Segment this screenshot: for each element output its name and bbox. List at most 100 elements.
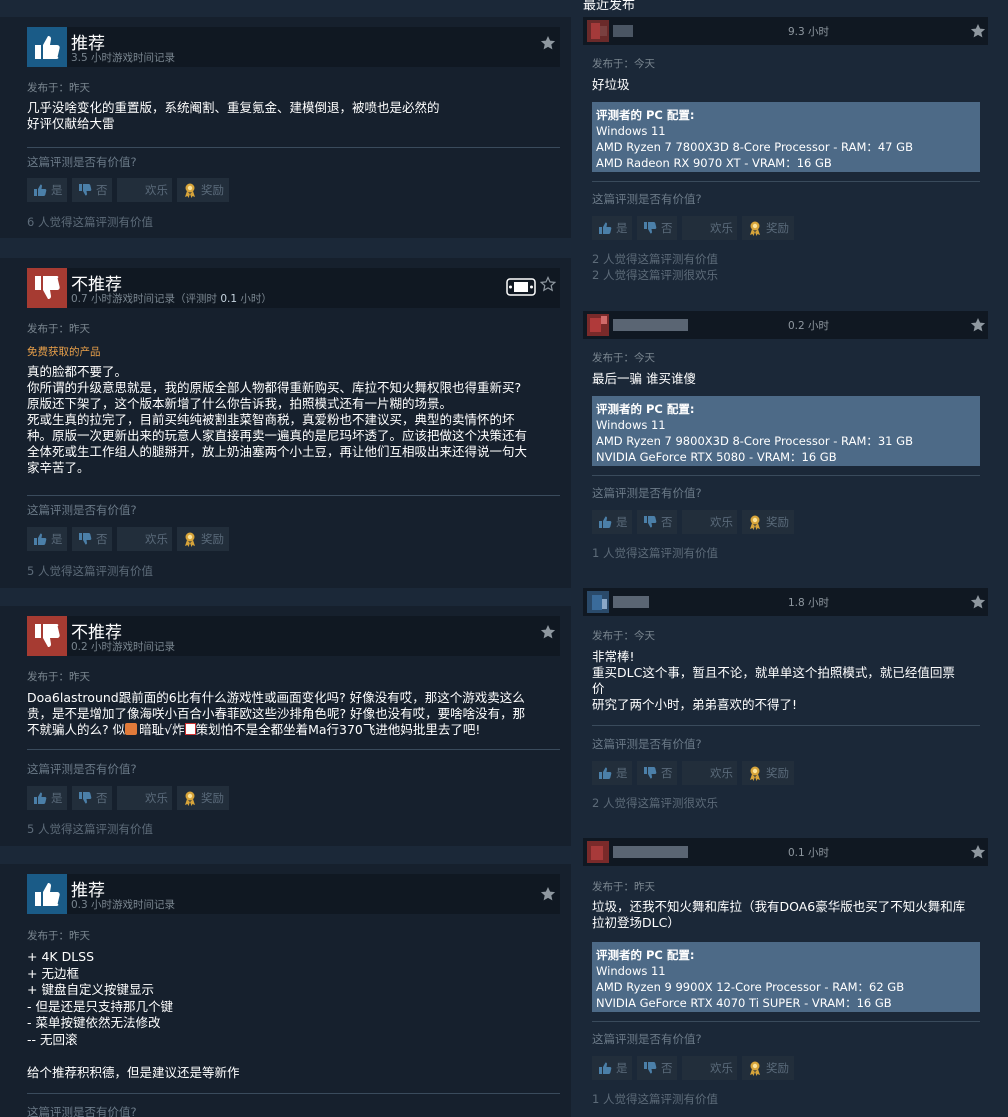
helpful-count: 1 人觉得这篇评测有价值 [592,1092,718,1106]
username-blurred[interactable] [613,25,633,37]
vote-yes-button[interactable]: 是 [27,527,67,551]
helpful-count: 6 人觉得这篇评测有价值 [27,215,153,229]
pc-specs-box: 评测者的 PC 配置: Windows 11 AMD Ryzen 9 9900X… [592,942,980,1012]
vote-yes-button[interactable]: 是 [592,510,632,534]
username-blurred[interactable] [613,596,649,608]
review-header[interactable]: 不推荐 0.2 小时游戏时间记录 [27,616,560,656]
award-button[interactable]: 奖励 [177,178,229,202]
review-hours: 0.2 小时游戏时间记录 [71,641,176,653]
thumbs-down-icon [642,1060,658,1076]
posted-date: 发布于：昨天 [27,671,90,683]
avatar[interactable] [587,314,609,336]
star-icon[interactable] [970,23,986,39]
divider [592,1021,980,1022]
star-icon[interactable] [970,844,986,860]
recent-title: 最近发布 [583,0,636,13]
recent-review-card: 0.1 小时 发布于：昨天 垃圾，还我不知火舞和库拉（我有DOA6豪华版也买了不… [583,838,1008,1117]
vote-no-button[interactable]: 否 [637,1056,677,1080]
award-button[interactable]: 奖励 [742,216,794,240]
vote-yes-button[interactable]: 是 [592,761,632,785]
award-icon [747,514,763,530]
vote-funny-button[interactable]: 欢乐 [117,178,172,202]
steam-deck-icon [506,278,536,296]
vote-yes-button[interactable]: 是 [27,178,67,202]
vote-funny-button[interactable]: 欢乐 [117,527,172,551]
star-icon[interactable] [540,624,556,640]
pc-specs-box: 评测者的 PC 配置: Windows 11 AMD Ryzen 7 9800X… [592,396,980,466]
vote-no-button[interactable]: 否 [637,216,677,240]
divider [27,495,560,496]
review-header[interactable]: 0.2 小时 [583,311,988,339]
review-body: 最后一骗 谁买谁傻 [592,371,696,386]
vote-funny-button[interactable]: 欢乐 [682,216,737,240]
award-icon [182,182,198,198]
star-icon[interactable] [540,35,556,51]
posted-date: 发布于：昨天 [27,930,90,942]
thumbs-up-icon [32,531,48,547]
award-button[interactable]: 奖励 [742,510,794,534]
award-button[interactable]: 奖励 [742,1056,794,1080]
star-icon[interactable] [540,276,556,292]
left-review-column: 推荐 3.5 小时游戏时间记录 发布于：昨天 几乎没啥变化的重置版，系统阉割、重… [0,0,571,1117]
helpful-question: 这篇评测是否有价值? [27,503,137,517]
award-button[interactable]: 奖励 [742,761,794,785]
star-icon[interactable] [540,886,556,902]
pc-spec-cpu: AMD Ryzen 7 9800X3D 8-Core Processor - R… [596,434,913,448]
review-header[interactable]: 不推荐 0.7 小时游戏时间记录（评测时 0.1 小时） [27,268,560,308]
vote-funny-button[interactable]: 欢乐 [682,1056,737,1080]
review-body: + 4K DLSS + 无边框 + 键盘自定义按键显示 - 但是还是只支持那几个… [27,949,240,1080]
thumbs-down-icon [642,765,658,781]
award-icon [747,220,763,236]
pc-spec-gpu: AMD Radeon RX 9070 XT - VRAM：16 GB [596,156,832,170]
review-body: 垃圾，还我不知火舞和库拉（我有DOA6豪华版也买了不知火舞和库 拉初登场DLC） [592,899,966,930]
vote-no-button[interactable]: 否 [637,510,677,534]
thumbs-up-icon [597,514,613,530]
recent-reviews-column: 最近发布 9.3 小时 发布于：今天 好垃圾 评测者的 PC 配置: Windo… [583,0,1008,1117]
thumbs-down-icon [77,790,93,806]
funny-count: 2 人觉得这篇评测很欢乐 [592,268,718,282]
pc-spec-os: Windows 11 [596,964,666,978]
helpful-question: 这篇评测是否有价值? [592,486,702,500]
vote-no-button[interactable]: 否 [72,178,112,202]
helpful-question: 这篇评测是否有价值? [592,737,702,751]
pc-spec-gpu: NVIDIA GeForce RTX 4070 Ti SUPER - VRAM：… [596,996,892,1010]
avatar[interactable] [587,20,609,42]
vote-no-button[interactable]: 否 [637,761,677,785]
review-card: 推荐 3.5 小时游戏时间记录 发布于：昨天 几乎没啥变化的重置版，系统阉割、重… [0,17,571,238]
review-header[interactable]: 推荐 3.5 小时游戏时间记录 [27,27,560,67]
review-card: 不推荐 0.7 小时游戏时间记录（评测时 0.1 小时） 发布于：昨天 免费获取… [0,258,571,588]
vote-funny-button[interactable]: 欢乐 [682,510,737,534]
divider [592,475,980,476]
pc-spec-os: Windows 11 [596,418,666,432]
review-body: 真的脸都不要了。 你所谓的升级意思就是，我的原版全部人物都得重新购买、库拉不知火… [27,364,528,475]
vote-yes-button[interactable]: 是 [27,786,67,810]
thumbs-up-icon [27,874,67,914]
review-header[interactable]: 0.1 小时 [583,838,988,866]
divider [27,1093,560,1094]
review-header[interactable]: 推荐 0.3 小时游戏时间记录 [27,874,560,914]
review-header[interactable]: 1.8 小时 [583,588,988,616]
vote-funny-button[interactable]: 欢乐 [117,786,172,810]
vote-yes-button[interactable]: 是 [592,1056,632,1080]
avatar[interactable] [587,591,609,613]
helpful-question: 这篇评测是否有价值? [27,1105,137,1117]
username-blurred[interactable] [613,319,688,331]
vote-yes-button[interactable]: 是 [592,216,632,240]
username-blurred[interactable] [613,846,688,858]
avatar[interactable] [587,841,609,863]
vote-no-button[interactable]: 否 [72,786,112,810]
emoji-icon [184,723,196,735]
review-hours: 1.8 小时 [788,597,830,609]
award-button[interactable]: 奖励 [177,786,229,810]
review-header[interactable]: 9.3 小时 [583,17,988,45]
thumbs-down-icon [27,616,67,656]
star-icon[interactable] [970,594,986,610]
star-icon[interactable] [970,317,986,333]
vote-no-button[interactable]: 否 [72,527,112,551]
review-hours: 0.1 小时 [788,847,830,859]
pc-spec-cpu: AMD Ryzen 9 9900X 12-Core Processor - RA… [596,980,905,994]
vote-funny-button[interactable]: 欢乐 [682,761,737,785]
review-hours: 9.3 小时 [788,26,830,38]
pc-specs-title: 评测者的 PC 配置: [596,108,695,122]
award-button[interactable]: 奖励 [177,527,229,551]
